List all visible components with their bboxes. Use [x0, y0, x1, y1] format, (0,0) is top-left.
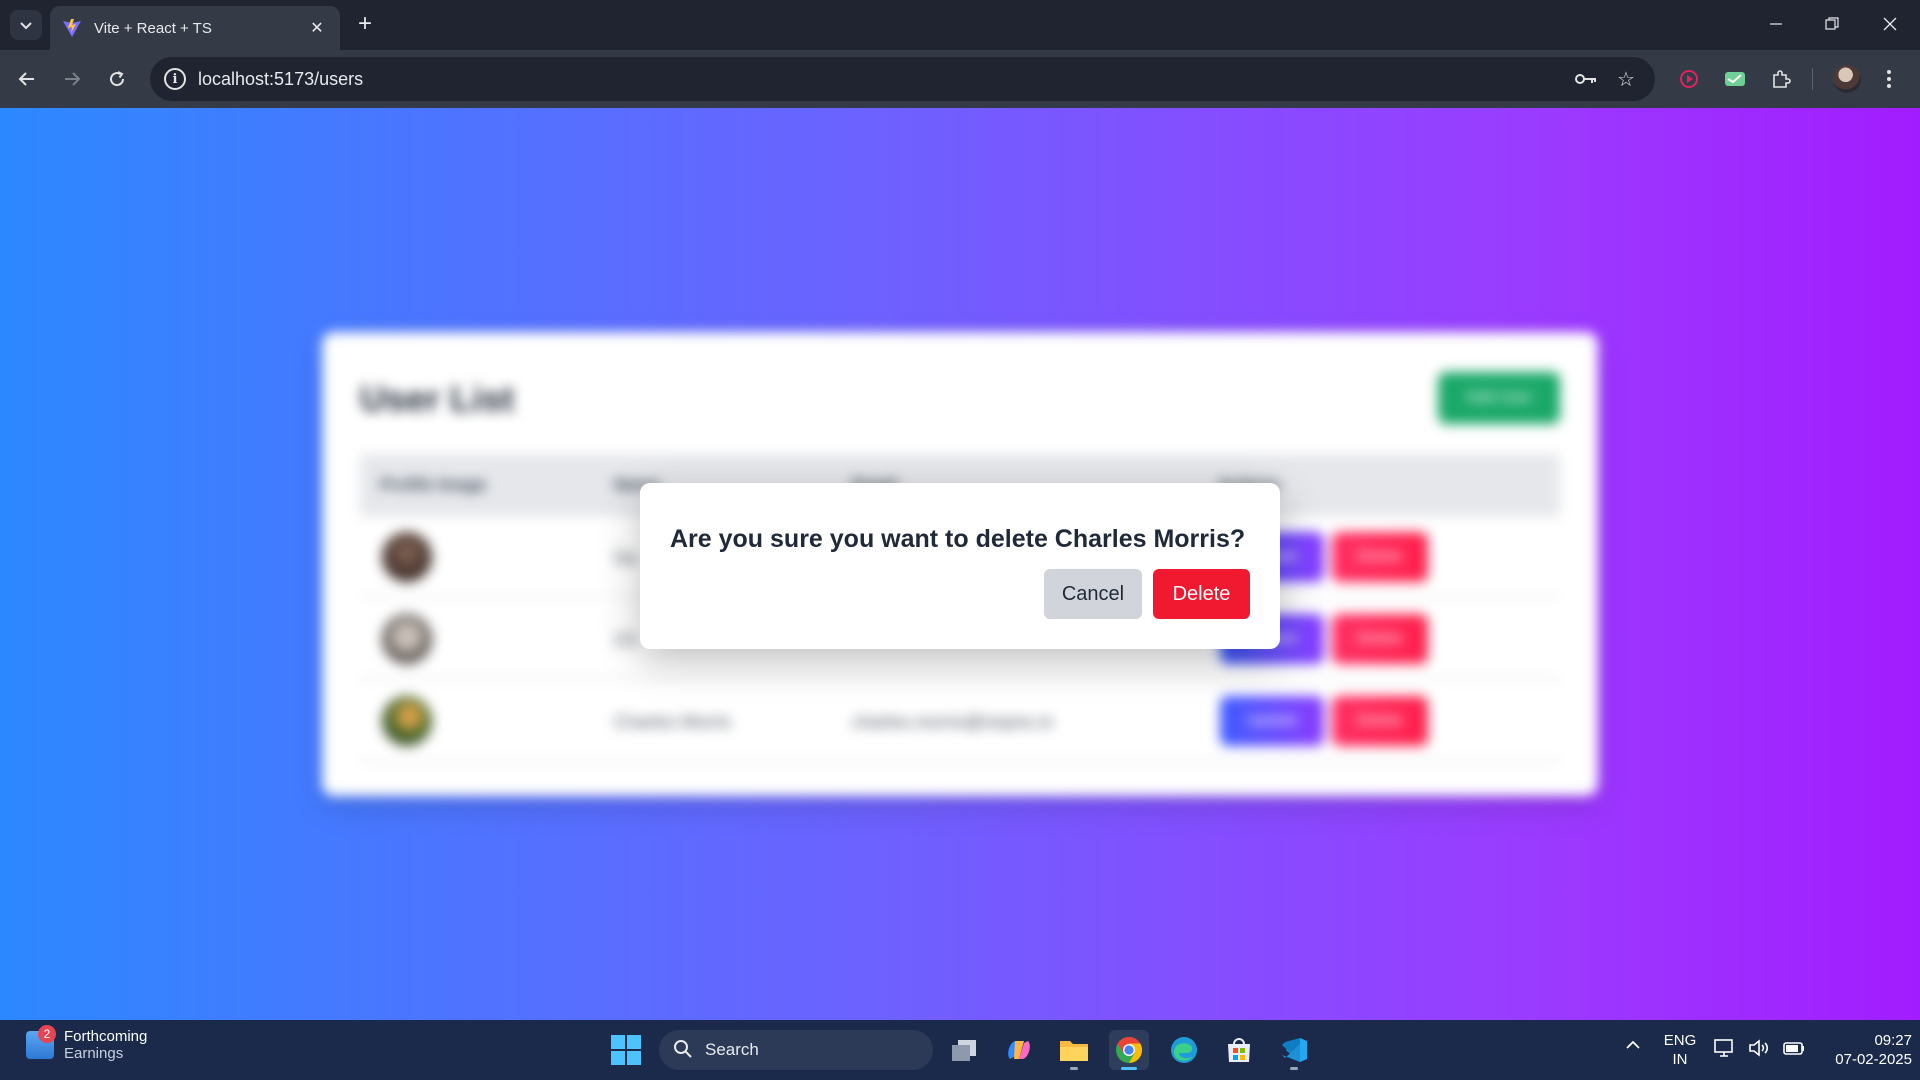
edge-icon [1171, 1037, 1197, 1063]
network-icon [1714, 1039, 1733, 1057]
close-window-button[interactable] [1866, 8, 1914, 40]
search-label: Search [705, 1040, 759, 1059]
windows-logo-icon [611, 1035, 625, 1049]
table-row: Charles Morris charles.morris@reqres.in … [360, 682, 1560, 762]
battery-icon [1783, 1042, 1804, 1055]
confirm-delete-button[interactable]: Delete [1153, 569, 1250, 619]
avatar [382, 696, 432, 746]
url-text: localhost:5173/users [198, 68, 364, 89]
update-button[interactable]: Update [1220, 696, 1324, 746]
search-icon [673, 1039, 693, 1065]
delete-confirm-dialog: Are you sure you want to delete Charles … [640, 483, 1280, 649]
user-email: charles.morris@reqres.in [852, 712, 1054, 732]
site-info-icon[interactable]: i [164, 68, 186, 90]
copilot-icon [1008, 1041, 1030, 1059]
column-header: Profile Image [380, 475, 487, 494]
delete-button[interactable]: Delete [1332, 532, 1428, 582]
task-view-icon [952, 1040, 976, 1061]
restore-button[interactable] [1808, 8, 1856, 40]
profile-avatar[interactable] [1833, 65, 1861, 93]
widget-subtitle: Earnings [64, 1045, 124, 1062]
arrow-left-icon [18, 72, 34, 86]
arrow-right-icon [65, 72, 81, 86]
toolbar-separator [1812, 68, 1813, 90]
page-title: User List [360, 378, 515, 419]
user-name: Ch [614, 630, 638, 650]
lang-bottom: IN [1672, 1051, 1688, 1068]
chrome-icon [1116, 1036, 1143, 1064]
edge-button[interactable] [1164, 1030, 1204, 1070]
store-icon [1228, 1038, 1250, 1062]
address-bar[interactable]: i localhost:5173/users ☆ [150, 57, 1655, 101]
widget-title: Forthcoming [64, 1028, 148, 1045]
vscode-icon [1282, 1038, 1307, 1062]
copilot-button[interactable] [999, 1030, 1039, 1070]
lang-top: ENG [1663, 1032, 1697, 1049]
tab-title: Vite + React + TS [94, 19, 212, 37]
vite-favicon-icon [63, 19, 81, 37]
start-button[interactable] [611, 1035, 641, 1065]
chevron-down-icon [20, 22, 32, 30]
widgets-button[interactable]: 2 Forthcoming Earnings [26, 1025, 148, 1062]
vscode-button[interactable] [1274, 1030, 1314, 1070]
stocks-widget-icon: 2 [26, 1025, 56, 1059]
forward-button[interactable] [55, 62, 89, 96]
clock-date: 07-02-2025 [1835, 1051, 1912, 1068]
chrome-button[interactable] [1109, 1030, 1149, 1070]
browser-menu-icon[interactable] [1874, 64, 1904, 94]
record-extension-icon[interactable] [1674, 64, 1704, 94]
task-view-button[interactable] [944, 1030, 984, 1070]
dialog-message: Are you sure you want to delete Charles … [670, 525, 1246, 553]
delete-button[interactable]: Delete [1332, 696, 1428, 746]
avatar [382, 614, 432, 664]
browser-tab[interactable]: Vite + React + TS ✕ [50, 6, 340, 50]
file-explorer-button[interactable] [1054, 1030, 1094, 1070]
extensions-puzzle-icon[interactable] [1766, 64, 1796, 94]
page-viewport: User List Add User Profile Image Name Em… [0, 108, 1920, 1020]
user-name: Charles Morris [614, 712, 732, 732]
cancel-button[interactable]: Cancel [1044, 569, 1142, 619]
language-indicator[interactable]: ENG IN [1658, 1031, 1702, 1069]
minimize-icon [1770, 23, 1782, 25]
close-icon [1883, 17, 1897, 31]
reload-button[interactable] [100, 62, 134, 96]
show-hidden-icons-button[interactable] [1620, 1038, 1646, 1055]
add-user-button[interactable]: Add User [1438, 372, 1560, 424]
user-name: Da [614, 548, 638, 568]
notification-badge: 2 [38, 1025, 56, 1043]
new-tab-button[interactable]: + [352, 12, 378, 38]
delete-button[interactable]: Delete [1332, 614, 1428, 664]
chevron-up-icon [1626, 1040, 1640, 1049]
bookmark-star-icon[interactable]: ☆ [1614, 67, 1638, 91]
clock[interactable]: 09:27 07-02-2025 [1812, 1031, 1912, 1069]
minimize-button[interactable] [1752, 8, 1800, 40]
system-tray-icons[interactable] [1714, 1038, 1806, 1058]
browser-tab-bar: Vite + React + TS ✕ + [0, 0, 1920, 50]
taskbar-search[interactable]: Search [659, 1030, 933, 1070]
password-key-icon[interactable] [1574, 67, 1598, 91]
reload-icon [110, 71, 125, 87]
browser-toolbar: i localhost:5173/users ☆ [0, 50, 1920, 108]
store-button[interactable] [1219, 1030, 1259, 1070]
clock-time: 09:27 [1874, 1032, 1912, 1049]
volume-icon [1749, 1039, 1769, 1057]
taskbar: 2 Forthcoming Earnings Search ENG IN 09:… [0, 1020, 1920, 1080]
avatar [382, 532, 432, 582]
restore-icon [1825, 17, 1839, 30]
tab-close-icon[interactable]: ✕ [306, 17, 328, 39]
mail-extension-icon[interactable] [1720, 64, 1750, 94]
tab-search-button[interactable] [10, 10, 42, 40]
back-button[interactable] [10, 62, 44, 96]
folder-icon [1060, 1041, 1088, 1061]
